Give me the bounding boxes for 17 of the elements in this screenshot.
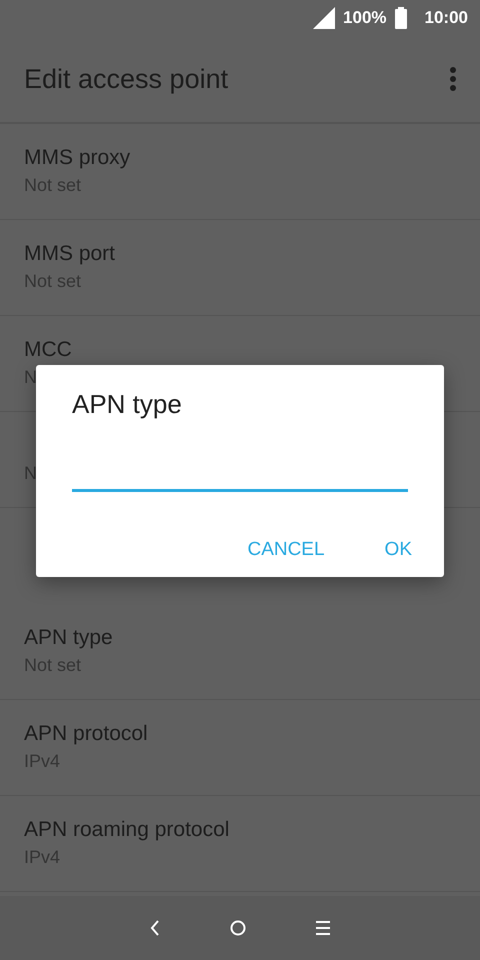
setting-title: APN protocol xyxy=(24,722,148,746)
setting-title: MMS proxy xyxy=(24,146,130,170)
setting-title: MCC xyxy=(24,338,72,362)
screen-title: Edit access point xyxy=(24,62,228,96)
battery-icon xyxy=(394,7,407,29)
setting-title: APN roaming protocol xyxy=(24,818,230,842)
clock: 10:00 xyxy=(424,7,468,30)
setting-title: MMS port xyxy=(24,242,116,266)
cancel-button[interactable]: CANCEL xyxy=(231,528,341,573)
back-icon[interactable] xyxy=(150,920,160,936)
recents-icon[interactable] xyxy=(316,921,330,935)
setting-title: APN type xyxy=(24,626,113,650)
more-options-icon[interactable] xyxy=(450,67,456,91)
home-icon[interactable] xyxy=(230,920,246,936)
signal-icon xyxy=(313,7,336,29)
battery-percentage: 100% xyxy=(343,7,387,30)
ok-button[interactable]: OK xyxy=(368,528,428,573)
